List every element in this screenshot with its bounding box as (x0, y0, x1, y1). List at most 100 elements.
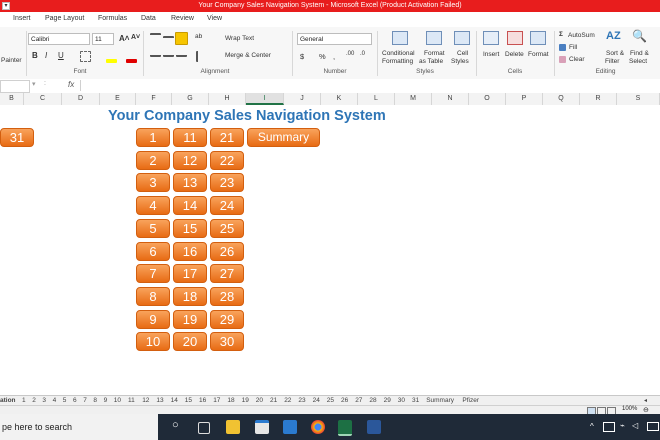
column-header[interactable]: O (469, 93, 506, 105)
name-box-dropdown-icon[interactable]: ▾ (32, 80, 36, 88)
day-button-23[interactable]: 23 (210, 173, 244, 192)
day-button-30[interactable]: 30 (210, 332, 244, 351)
store-icon[interactable] (255, 420, 269, 434)
quick-access-icon[interactable]: ▾ (2, 2, 10, 10)
insert-cells-icon[interactable] (483, 31, 499, 45)
decrease-decimal-icon[interactable]: .0 (360, 51, 365, 57)
day-button-5[interactable]: 5 (136, 219, 170, 238)
sheet-tab[interactable]: 4 (53, 397, 57, 404)
column-header[interactable]: C (24, 93, 62, 105)
align-left-icon[interactable] (150, 51, 161, 57)
column-header[interactable]: P (506, 93, 543, 105)
align-right-icon[interactable] (176, 51, 187, 57)
sheet-tab[interactable]: 8 (93, 397, 97, 404)
day-button-25[interactable]: 25 (210, 219, 244, 238)
day-button-28[interactable]: 28 (210, 287, 244, 306)
sheet-tab-active[interactable]: ation (0, 397, 16, 404)
day-button-16[interactable]: 16 (173, 242, 207, 261)
sheet-tab[interactable]: 18 (227, 397, 234, 404)
day-button-24[interactable]: 24 (210, 196, 244, 215)
menu-page-layout[interactable]: Page Layout (45, 15, 84, 22)
menu-view[interactable]: View (207, 15, 222, 22)
sheet-tab[interactable]: 23 (298, 397, 305, 404)
column-header[interactable]: M (395, 93, 432, 105)
day-button-1[interactable]: 1 (136, 128, 170, 147)
day-button-10[interactable]: 10 (136, 332, 170, 351)
align-top-icon[interactable] (150, 33, 161, 39)
column-header[interactable]: S (617, 93, 660, 105)
volume-icon[interactable]: ◁ (632, 421, 638, 430)
worksheet[interactable]: Your Company Sales Navigation System Sum… (0, 105, 660, 381)
sheet-tab[interactable]: 26 (341, 397, 348, 404)
sheet-tab[interactable]: Pfizer (462, 397, 479, 404)
merge-center-button[interactable]: Merge & Center (225, 52, 271, 59)
day-button-6[interactable]: 6 (136, 242, 170, 261)
menu-review[interactable]: Review (171, 15, 194, 22)
day-button-11[interactable]: 11 (173, 128, 207, 147)
indent-icon[interactable] (196, 51, 204, 62)
excel-icon[interactable] (338, 420, 352, 436)
sheet-tab[interactable]: 27 (355, 397, 362, 404)
day-button-14[interactable]: 14 (173, 196, 207, 215)
file-explorer-icon[interactable] (226, 420, 240, 434)
currency-button[interactable]: $ (300, 52, 304, 61)
sheet-tab[interactable]: 24 (313, 397, 320, 404)
autosum-icon[interactable]: Σ (559, 31, 563, 38)
taskbar-search-box[interactable]: pe here to search (0, 414, 158, 440)
day-button-9[interactable]: 9 (136, 310, 170, 329)
day-button-3[interactable]: 3 (136, 173, 170, 192)
zoom-out-icon[interactable]: ⊖ (643, 406, 649, 414)
notification-icon[interactable] (647, 422, 659, 431)
day-button-4[interactable]: 4 (136, 196, 170, 215)
sheet-tab[interactable]: 14 (171, 397, 178, 404)
insert-function-icon[interactable]: fx (68, 80, 74, 89)
sheet-tab[interactable]: 29 (384, 397, 391, 404)
sheet-tab[interactable]: 12 (142, 397, 149, 404)
menu-insert[interactable]: Insert (13, 15, 31, 22)
format-painter-button[interactable]: Painter (1, 57, 22, 64)
column-header[interactable]: J (284, 93, 321, 105)
column-header[interactable]: D (62, 93, 100, 105)
delete-cells-icon[interactable] (507, 31, 523, 45)
number-format-select[interactable]: General (297, 33, 372, 45)
sheet-tab[interactable]: 17 (213, 397, 220, 404)
column-header[interactable]: G (172, 93, 209, 105)
sheet-tab[interactable]: 28 (369, 397, 376, 404)
tab-scroll-right-icon[interactable]: ◂ (644, 397, 647, 404)
increase-decimal-icon[interactable]: .00 (346, 51, 354, 57)
font-name-select[interactable]: Calibri (28, 33, 90, 45)
underline-button[interactable]: U (58, 51, 64, 60)
autosum-button[interactable]: AutoSum (568, 32, 595, 39)
fill-button[interactable]: Fill (569, 44, 577, 51)
bold-button[interactable]: B (32, 51, 38, 60)
column-header[interactable]: K (321, 93, 358, 105)
menu-formulas[interactable]: Formulas (98, 15, 127, 22)
word-icon[interactable] (367, 420, 381, 434)
align-middle-icon[interactable] (163, 36, 174, 42)
conditional-formatting-label[interactable]: Conditional (382, 50, 415, 57)
day-button-21[interactable]: 21 (210, 128, 244, 147)
shrink-font-button[interactable]: A˅ (131, 34, 140, 41)
column-header[interactable]: B (0, 93, 24, 105)
summary-button[interactable]: Summary (247, 128, 320, 147)
clear-icon[interactable] (559, 56, 566, 63)
find-select-label[interactable]: Find & (630, 50, 649, 57)
day-button-27[interactable]: 27 (210, 264, 244, 283)
task-view-icon[interactable] (198, 422, 210, 434)
sheet-tab[interactable]: 30 (398, 397, 405, 404)
format-cells-button[interactable]: Format (528, 51, 549, 58)
align-bottom-icon[interactable] (175, 32, 188, 45)
day-button-26[interactable]: 26 (210, 242, 244, 261)
sort-filter-label[interactable]: Sort & (606, 50, 624, 57)
borders-icon[interactable] (80, 51, 91, 62)
sheet-tab[interactable]: 6 (73, 397, 77, 404)
column-header[interactable]: H (209, 93, 246, 105)
column-header[interactable]: F (136, 93, 172, 105)
day-button-7[interactable]: 7 (136, 264, 170, 283)
menu-data[interactable]: Data (141, 15, 156, 22)
find-select-icon[interactable]: 🔍 (632, 29, 647, 43)
cancel-entry-icon[interactable]: : (44, 80, 46, 87)
format-cells-icon[interactable] (530, 31, 546, 45)
conditional-formatting-icon[interactable] (392, 31, 408, 45)
fill-icon[interactable] (559, 44, 566, 51)
